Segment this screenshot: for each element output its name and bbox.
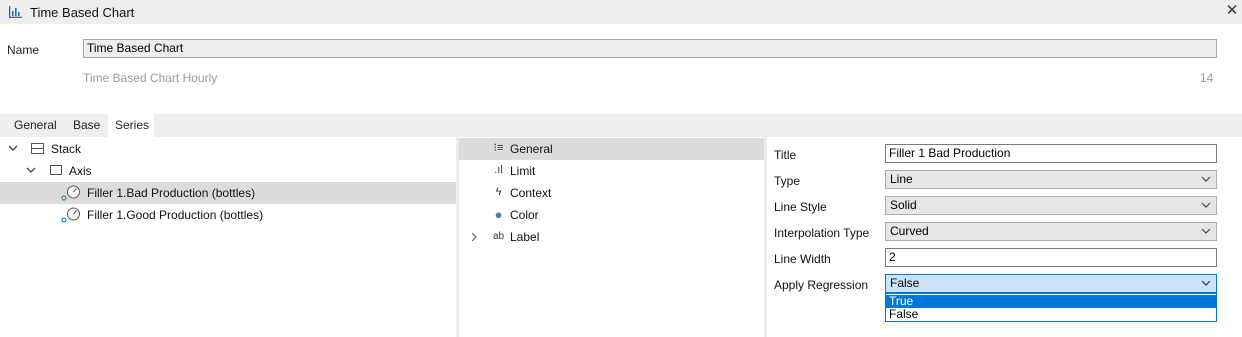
- category-label: General: [510, 142, 553, 156]
- name-count: 14: [1200, 71, 1214, 85]
- name-field[interactable]: Time Based Chart: [83, 39, 1217, 58]
- title-field[interactable]: Filler 1 Bad Production: [885, 144, 1217, 163]
- lightning-icon: ϟ: [495, 186, 502, 198]
- tab-general[interactable]: General: [7, 114, 64, 137]
- category-label: Limit: [510, 164, 536, 178]
- tree-item-stack[interactable]: Stack: [0, 138, 456, 160]
- chevron-down-icon: [1201, 280, 1211, 286]
- limit-icon: .ıl: [494, 164, 503, 176]
- category-label: Color: [510, 208, 539, 222]
- chevron-down-icon: [1201, 176, 1211, 182]
- series-tree: Stack Axis Filler 1.Bad Production (bott…: [0, 137, 456, 337]
- chevron-right-icon[interactable]: [469, 231, 479, 243]
- type-select[interactable]: Line: [885, 170, 1217, 189]
- chevron-down-icon[interactable]: [25, 164, 37, 176]
- line-style-label: Line Style: [774, 200, 827, 214]
- type-value: Line: [890, 172, 913, 186]
- dropdown-option-false[interactable]: False: [886, 308, 1216, 321]
- category-general[interactable]: ⁝≡ General: [459, 138, 764, 160]
- interpolation-type-value: Curved: [890, 224, 929, 238]
- title-bar: Time Based Chart ✕: [0, 0, 1242, 24]
- window-title: Time Based Chart: [30, 5, 135, 20]
- properties-panel: Title Filler 1 Bad Production Type Line …: [767, 137, 1242, 337]
- tree-item-series[interactable]: Filler 1.Bad Production (bottles): [0, 182, 456, 204]
- text-label-icon: ab: [492, 231, 505, 242]
- category-color[interactable]: ● Color: [459, 204, 764, 226]
- property-categories: ⁝≡ General .ıl Limit ϟ Context ● Color a…: [459, 137, 764, 337]
- tree-item-label: Axis: [69, 164, 92, 178]
- tree-item-series[interactable]: Filler 1.Good Production (bottles): [0, 204, 456, 226]
- line-width-field[interactable]: 2: [885, 248, 1217, 267]
- category-limit[interactable]: .ıl Limit: [459, 160, 764, 182]
- tab-series[interactable]: Series: [108, 114, 154, 137]
- chevron-down-icon[interactable]: [7, 142, 19, 154]
- color-dot-icon: ●: [494, 207, 503, 222]
- tag-gauge-icon: [61, 185, 80, 201]
- category-label: Context: [510, 186, 552, 200]
- line-width-label: Line Width: [774, 252, 831, 266]
- tree-item-label: Stack: [51, 142, 82, 156]
- chevron-down-icon: [1201, 228, 1211, 234]
- tree-item-label: Filler 1.Good Production (bottles): [87, 208, 264, 222]
- stack-icon: [31, 143, 44, 154]
- category-label-item[interactable]: ab Label: [459, 226, 764, 248]
- axis-icon: [50, 165, 62, 175]
- dropdown-option-true[interactable]: True: [886, 295, 1216, 308]
- list-icon: ⁝≡: [493, 142, 504, 154]
- tag-gauge-icon: [61, 207, 80, 223]
- interpolation-type-label: Interpolation Type: [774, 226, 870, 240]
- apply-regression-label: Apply Regression: [774, 278, 869, 292]
- close-icon[interactable]: ✕: [1225, 3, 1239, 19]
- line-style-select[interactable]: Solid: [885, 196, 1217, 215]
- tab-base[interactable]: Base: [66, 114, 107, 137]
- title-label: Title: [774, 148, 797, 162]
- chevron-down-icon: [1201, 202, 1211, 208]
- apply-regression-value: False: [890, 276, 920, 290]
- tree-item-label: Filler 1.Bad Production (bottles): [87, 186, 256, 200]
- apply-regression-dropdown: True False: [885, 293, 1217, 322]
- type-label: Type: [774, 174, 801, 188]
- bar-chart-icon: [9, 6, 22, 18]
- category-label: Label: [510, 230, 540, 244]
- line-style-value: Solid: [890, 198, 917, 212]
- tab-strip: General Base Series: [0, 114, 1242, 137]
- interpolation-type-select[interactable]: Curved: [885, 222, 1217, 241]
- tree-item-axis[interactable]: Axis: [0, 160, 456, 182]
- name-label: Name: [7, 43, 40, 57]
- apply-regression-select[interactable]: False: [885, 274, 1217, 293]
- name-subtitle: Time Based Chart Hourly: [83, 71, 218, 85]
- category-context[interactable]: ϟ Context: [459, 182, 764, 204]
